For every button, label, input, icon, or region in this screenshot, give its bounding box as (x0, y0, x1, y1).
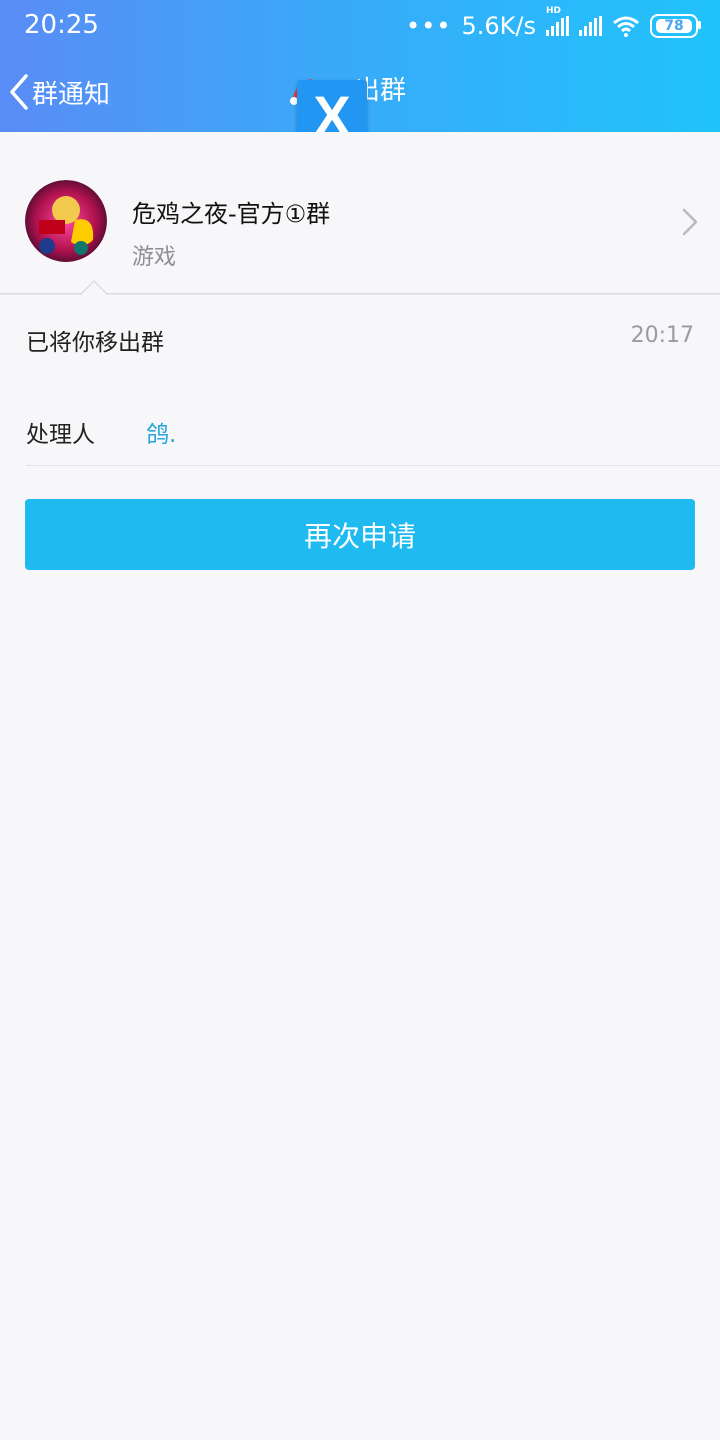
wifi-icon (612, 15, 640, 37)
group-info-row[interactable]: 危鸡之夜-官方①群 游戏 (0, 132, 720, 294)
handler-label: 处理人 (26, 422, 95, 448)
back-label: 群通知 (32, 79, 111, 110)
signal-icon (579, 16, 602, 36)
battery-level: 78 (656, 18, 692, 34)
divider (26, 465, 720, 466)
status-time: 20:25 (24, 10, 99, 40)
network-speed: 5.6K/s (461, 12, 537, 40)
reapply-button[interactable]: 再次申请 (25, 499, 695, 570)
group-name: 危鸡之夜-官方①群 (132, 200, 331, 228)
notice-time: 20:17 (630, 323, 694, 348)
signal-hd-icon: HD (546, 6, 569, 36)
notice-message: 已将你移出群 (26, 330, 164, 356)
chevron-left-icon (10, 74, 28, 110)
pointer-notch (80, 280, 108, 296)
hd-label: HD (546, 6, 562, 16)
group-avatar (25, 180, 107, 262)
more-dots-icon: ••• (406, 12, 452, 40)
handler-name-link[interactable]: 鸽. (146, 415, 176, 449)
back-button[interactable]: 群通知 (8, 70, 110, 114)
notice-panel: 已将你移出群 20:17 处理人 鸽. (0, 295, 720, 467)
battery-icon: 78 (650, 14, 701, 38)
status-icons: ••• 5.6K/s HD 78 (406, 6, 701, 42)
status-bar: 20:25 ••• 5.6K/s HD 78 (0, 0, 720, 52)
group-category: 游戏 (132, 245, 177, 270)
chevron-right-icon (682, 208, 698, 236)
